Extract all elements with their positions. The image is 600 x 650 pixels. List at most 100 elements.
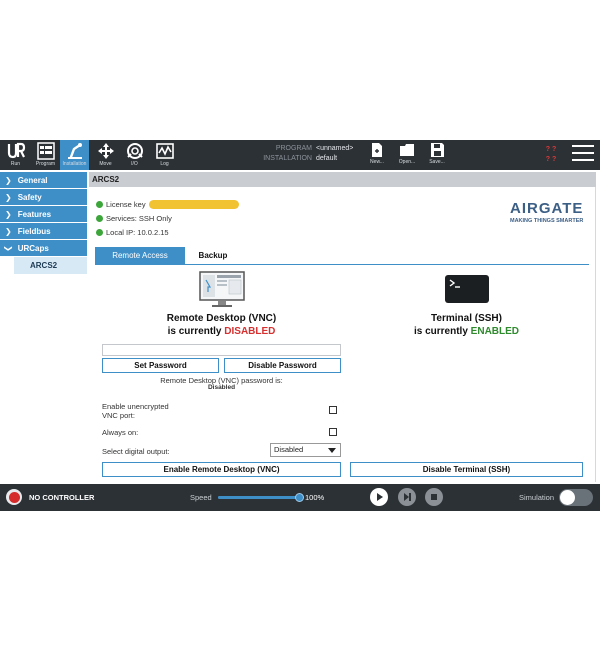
license-status: License key — [96, 200, 239, 209]
ur-logo-icon — [7, 142, 25, 159]
ur-polyscope-window: Run Program Installation Move I/O Log PR… — [0, 140, 600, 511]
controller-status: NO CONTROLLER — [29, 493, 95, 502]
speed-label: Speed — [190, 493, 212, 502]
chevron-right-icon: ❯ — [5, 209, 12, 219]
ssh-title-prefix: is currently — [413, 326, 471, 337]
sidebar-item-label: Safety — [17, 192, 42, 202]
always-on-checkbox[interactable] — [329, 428, 337, 436]
remote-desktop-icon — [199, 271, 245, 307]
sidebar-item-label: URCaps — [17, 243, 49, 253]
sidebar-item-urcaps[interactable]: ❯ URCaps — [0, 240, 87, 256]
logo-tagline: MAKING THINGS SMARTER — [510, 218, 584, 224]
speed-slider-handle[interactable] — [295, 493, 304, 502]
new-file-label: New... — [370, 159, 384, 165]
speed-slider[interactable] — [218, 493, 304, 502]
unencrypted-vnc-label: Enable unencrypted VNC port: — [102, 402, 169, 420]
enable-vnc-button[interactable]: Enable Remote Desktop (VNC) — [102, 462, 341, 477]
nav-io-button[interactable]: I/O — [120, 140, 149, 170]
io-icon — [126, 143, 143, 159]
stop-button[interactable] — [425, 488, 443, 506]
ssh-title-line1: Terminal (SSH) — [431, 313, 502, 324]
play-button[interactable] — [370, 488, 388, 506]
digital-output-label: Select digital output: — [102, 447, 170, 456]
step-forward-icon — [404, 493, 411, 501]
tab-backup[interactable]: Backup — [189, 247, 237, 264]
logo-brand: AIRGATE — [510, 200, 584, 217]
sidebar-item-safety[interactable]: ❯ Safety — [0, 189, 87, 205]
terminal-icon — [445, 275, 489, 303]
nav-log-label: Log — [160, 161, 169, 167]
nav-run-label: Run — [10, 161, 21, 167]
nav-log-button[interactable]: Log — [150, 140, 179, 170]
chevron-right-icon: ❯ — [5, 192, 12, 202]
save-file-button[interactable]: Save... — [427, 142, 447, 168]
status-ok-icon — [96, 215, 103, 222]
simulation-label: Simulation — [519, 493, 555, 502]
open-file-label: Open... — [398, 159, 416, 165]
always-on-label: Always on: — [102, 428, 139, 437]
bottom-status-bar: NO CONTROLLER Speed 100% Simulation — [0, 484, 600, 511]
program-info: PROGRAM <unnamed> INSTALLATION default — [262, 144, 353, 164]
tab-underline — [95, 264, 589, 265]
new-file-button[interactable]: New... — [367, 142, 387, 168]
installation-name: default — [316, 155, 338, 162]
tab-remote-access[interactable]: Remote Access — [95, 247, 185, 264]
status-ok-icon — [96, 201, 103, 208]
sidebar-item-general[interactable]: ❯ General — [0, 172, 87, 188]
sidebar-item-label: General — [17, 175, 48, 185]
log-icon — [155, 143, 174, 159]
status-ok-icon — [96, 229, 103, 236]
local-ip-text: Local IP: 10.0.2.15 — [106, 228, 169, 237]
disable-ssh-button[interactable]: Disable Terminal (SSH) — [350, 462, 583, 477]
digital-output-select[interactable]: Disabled — [270, 443, 341, 457]
hamburger-menu-icon[interactable] — [572, 145, 594, 165]
dropdown-arrow-icon — [328, 448, 336, 453]
sidebar-subitem-arcs2[interactable]: ARCS2 — [14, 257, 87, 274]
open-file-button[interactable]: Open... — [397, 142, 417, 168]
sidebar-item-fieldbus[interactable]: ❯ Fieldbus — [0, 223, 87, 239]
nav-move-button[interactable]: Move — [91, 140, 120, 170]
simulation-toggle[interactable] — [559, 489, 593, 506]
step-button[interactable] — [398, 488, 416, 506]
nav-installation-label: Installation — [62, 161, 87, 167]
vnc-title-line1: Remote Desktop (VNC) — [166, 313, 277, 324]
speed-slider-fill — [218, 496, 300, 499]
page-title: ARCS2 — [89, 172, 596, 187]
nav-run-button[interactable]: Run — [1, 140, 30, 170]
stop-icon — [431, 494, 437, 500]
move-icon — [97, 143, 114, 159]
speed-value: 100% — [305, 493, 325, 502]
new-file-icon — [372, 143, 382, 157]
sidebar-item-label: Features — [17, 209, 52, 219]
vnc-password-input[interactable] — [102, 344, 341, 356]
disable-password-button[interactable]: Disable Password — [224, 358, 341, 373]
redacted-license-key — [148, 200, 239, 209]
nav-program-button[interactable]: Program — [31, 140, 60, 170]
ssh-title: Terminal (SSH) is currently ENABLED — [350, 312, 583, 338]
chevron-down-icon: ❯ — [3, 244, 13, 252]
license-label: License key — [106, 200, 146, 209]
power-icon[interactable] — [6, 489, 22, 505]
sidebar-item-features[interactable]: ❯ Features — [0, 206, 87, 222]
unencrypted-vnc-checkbox[interactable] — [329, 406, 337, 414]
vnc-state: DISABLED — [224, 326, 276, 337]
program-icon — [36, 142, 55, 160]
program-name: <unnamed> — [316, 145, 354, 152]
nav-io-label: I/O — [131, 161, 138, 167]
alert-indicator-top: ? ? — [545, 146, 557, 153]
installation-icon — [67, 143, 82, 159]
play-icon — [377, 493, 383, 501]
airgate-logo: AIRGATE MAKING THINGS SMARTER — [510, 200, 590, 224]
chevron-right-icon: ❯ — [5, 226, 12, 236]
ssh-state: ENABLED — [470, 326, 520, 337]
alert-indicators[interactable]: ? ? ? ? — [540, 145, 562, 165]
top-toolbar: Run Program Installation Move I/O Log PR… — [0, 140, 600, 170]
services-text: Services: SSH Only — [106, 214, 172, 223]
save-icon — [430, 143, 444, 157]
alert-indicator-bottom: ? ? — [545, 156, 557, 163]
set-password-button[interactable]: Set Password — [102, 358, 219, 373]
local-ip-status: Local IP: 10.0.2.15 — [96, 228, 169, 237]
program-key: PROGRAM — [275, 145, 312, 152]
vnc-title: Remote Desktop (VNC) is currently DISABL… — [102, 312, 341, 338]
nav-installation-button[interactable]: Installation — [60, 140, 89, 170]
